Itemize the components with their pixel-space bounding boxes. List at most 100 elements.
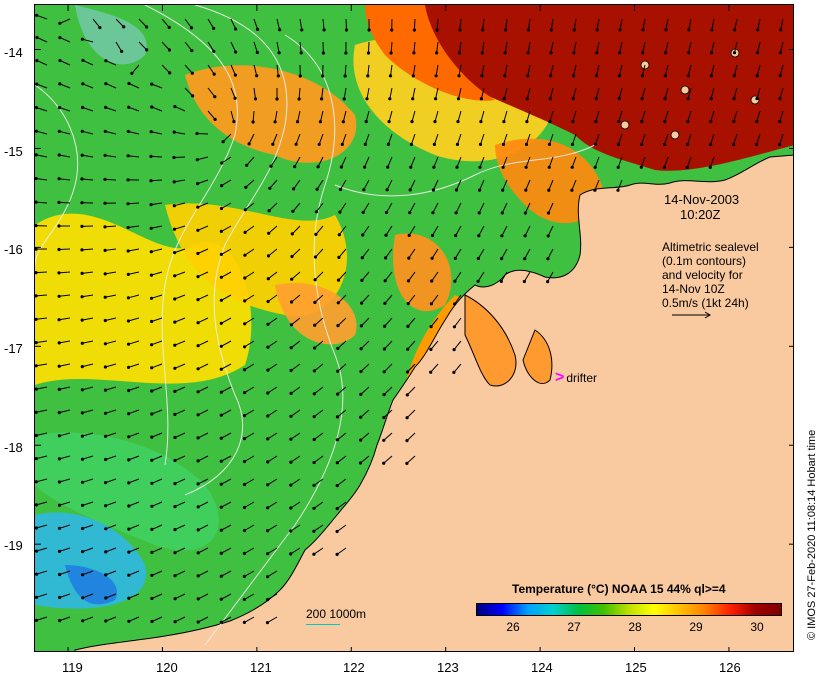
velocity-vector-head [173, 458, 177, 463]
velocity-vector-head [360, 256, 364, 260]
velocity-vector-head [57, 153, 61, 157]
velocity-vector-head [732, 97, 736, 101]
velocity-vector-head [103, 318, 107, 323]
legend-line: 14-Nov 10Z [662, 282, 725, 296]
velocity-vector-head [149, 226, 153, 230]
velocity-vector-head [80, 388, 84, 392]
velocity-vector-head [81, 58, 85, 63]
velocity-vector-head [127, 550, 131, 554]
velocity-vector-head [455, 165, 459, 169]
velocity-vector-head [57, 294, 61, 298]
velocity-vector-head [432, 165, 436, 169]
velocity-vector-head [196, 390, 200, 394]
velocity-vector-head [219, 436, 223, 440]
velocity-vector-head [756, 28, 760, 32]
velocity-vector-head [452, 348, 456, 352]
velocity-vector-head [548, 120, 552, 124]
date-time-annotation: 14-Nov-2003 10:20Z [664, 192, 739, 222]
velocity-vector-head [251, 120, 255, 124]
velocity-vector-head [168, 71, 172, 75]
velocity-vector-head [275, 97, 279, 101]
velocity-vector-head [594, 74, 599, 78]
velocity-vector-head [335, 507, 339, 511]
velocity-vector-head [104, 457, 108, 462]
velocity-vector-head [755, 74, 759, 78]
velocity-vector-head [196, 205, 200, 209]
velocity-vector-head [245, 163, 249, 167]
velocity-vector-head [456, 120, 460, 124]
velocity-vector-head [640, 97, 644, 101]
velocity-vector-head [407, 233, 411, 237]
velocity-vector-head [779, 28, 783, 32]
velocity-vector-head [383, 279, 387, 283]
velocity-vector-head [664, 51, 668, 55]
velocity-vector-head [778, 97, 782, 101]
velocity-vector-head [320, 97, 324, 101]
velocity-vector-head [382, 347, 386, 351]
velocity-vector-head [572, 51, 576, 55]
depth-contour-sample-line [306, 624, 340, 625]
velocity-vector-head [336, 346, 340, 350]
velocity-vector-head [126, 272, 130, 276]
velocity-vector-head [234, 50, 238, 54]
velocity-vector-head [501, 142, 506, 146]
velocity-vector-head [298, 74, 302, 78]
velocity-vector-head [150, 504, 154, 508]
velocity-vector-head [80, 248, 84, 252]
velocity-vector-head [167, 48, 172, 52]
velocity-vector-head [335, 415, 340, 419]
velocity-vector-head [103, 248, 107, 252]
velocity-vector-head [103, 272, 107, 276]
velocity-vector-head [456, 97, 461, 101]
velocity-vector-head [322, 28, 326, 32]
velocity-vector-head [336, 369, 340, 373]
velocity-vector-head [173, 620, 177, 624]
velocity-vector-head [453, 256, 457, 260]
velocity-vector-head [453, 302, 457, 306]
velocity-vector-head [709, 142, 713, 147]
colorbar-title: Temperature (°C) NOAA 15 44% ql>=4 [512, 582, 726, 596]
velocity-vector-head [103, 201, 107, 205]
velocity-vector-head [335, 438, 339, 442]
velocity-vector [150, 179, 163, 182]
velocity-vector-head [641, 28, 645, 32]
velocity-vector-head [219, 206, 224, 211]
velocity-vector-head [150, 343, 154, 347]
velocity-vector-head [219, 574, 223, 578]
velocity-vector-head [149, 203, 153, 207]
velocity-vector [413, 18, 416, 31]
velocity-vector-head [429, 370, 433, 374]
velocity-vector-head [411, 74, 415, 78]
velocity-vector-head [313, 255, 318, 259]
velocity-vector-head [390, 28, 394, 32]
velocity-vector-head [126, 129, 130, 134]
velocity-vector-head [412, 28, 416, 32]
velocity-vector-head [219, 275, 223, 279]
velocity-vector-head [617, 74, 622, 78]
velocity-vector-head [455, 142, 460, 146]
velocity-vector-head [358, 461, 363, 465]
velocity-vector-head [755, 97, 759, 101]
velocity-vector-head [196, 551, 200, 555]
velocity-vector-head [663, 97, 667, 101]
velocity-vector-head [361, 233, 365, 237]
velocity-vector-head [366, 74, 370, 78]
colorbar-tick: 26 [506, 620, 520, 634]
velocity-vector-head [58, 21, 62, 25]
velocity-vector-head [190, 71, 194, 75]
velocity-vector-head [365, 97, 369, 101]
velocity-vector-head [80, 177, 84, 181]
velocity-vector-head [360, 278, 364, 282]
velocity-vector-head [500, 211, 504, 215]
velocity-vector-head [297, 97, 301, 101]
velocity-vector-head [57, 549, 62, 554]
velocity-vector-head [242, 551, 246, 556]
velocity-vector-head [80, 318, 84, 322]
velocity-vector-head [150, 573, 154, 578]
velocity-vector-head [150, 319, 154, 324]
velocity-vector-head [344, 28, 349, 32]
velocity-vector-head [313, 300, 317, 304]
velocity-vector-head [299, 51, 303, 55]
velocity-vector-head [778, 51, 783, 55]
velocity-vector-head [173, 551, 177, 555]
